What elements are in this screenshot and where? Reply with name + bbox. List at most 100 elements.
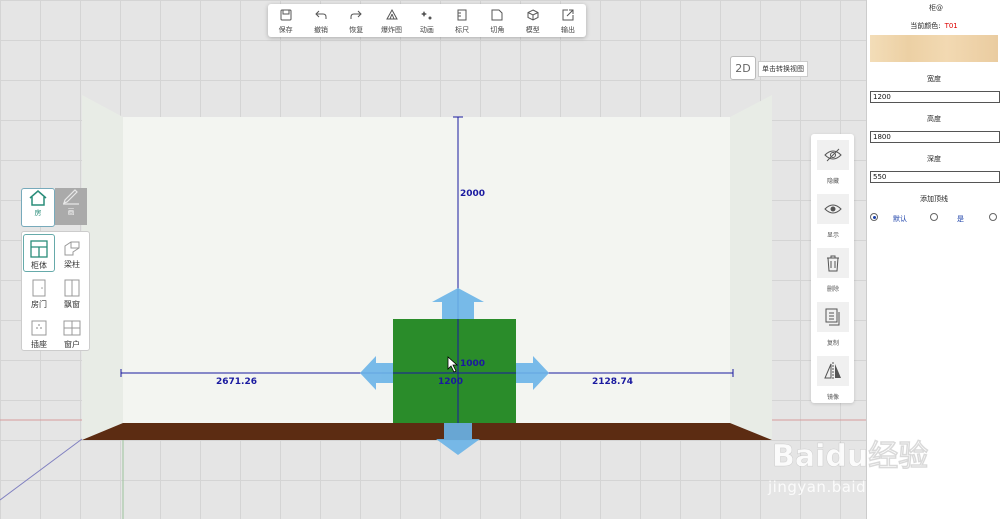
item-socket[interactable]: 插座: [23, 314, 55, 352]
explode-view-button[interactable]: 爆炸图: [374, 4, 409, 37]
item-socket-label: 插座: [31, 340, 47, 349]
hide-button[interactable]: 隐藏: [817, 140, 849, 188]
mirror-label: 镜像: [826, 394, 839, 401]
copy-icon: [825, 308, 840, 326]
mode-tabs: 房 画: [21, 188, 88, 227]
ruler-button[interactable]: 标尺: [444, 4, 479, 37]
model-icon: [527, 9, 539, 21]
item-cabinet[interactable]: 柜体: [23, 234, 55, 272]
item-beam-label: 梁柱: [64, 260, 80, 269]
export-label: 输出: [561, 26, 576, 34]
explode-icon: [385, 8, 398, 20]
eye-icon: [824, 204, 842, 214]
current-color-label: 当前颜色:: [910, 22, 941, 30]
top-line-label: 添加顶线: [920, 195, 948, 203]
export-button[interactable]: 输出: [550, 4, 585, 37]
cabinet-icon: [30, 240, 48, 258]
show-label: 显示: [826, 232, 839, 239]
top-line-no-radio[interactable]: [989, 213, 997, 221]
cut-corner-button[interactable]: 切角: [480, 4, 515, 37]
pen-icon: [63, 189, 79, 205]
tab-room-label: 房: [34, 209, 42, 217]
ruler-label: 标尺: [455, 26, 470, 34]
animation-button[interactable]: 动画: [409, 4, 444, 37]
tab-draw-label: 画: [67, 208, 75, 216]
mirror-button[interactable]: 镜像: [817, 356, 849, 404]
eye-off-icon: [824, 148, 842, 162]
tab-room[interactable]: 房: [21, 188, 55, 227]
item-door[interactable]: 房门: [23, 274, 55, 312]
height-input[interactable]: [870, 131, 1000, 143]
cut-corner-label: 切角: [490, 26, 505, 34]
undo-button[interactable]: 撤销: [303, 4, 338, 37]
cabinet-height-label: 1000: [460, 359, 485, 369]
animation-label: 动画: [419, 26, 434, 34]
item-cabinet-label: 柜体: [31, 261, 47, 270]
top-line-default-radio[interactable]: [870, 213, 878, 221]
watermark-brand: Baidu经验: [772, 439, 928, 474]
delete-label: 删除: [826, 286, 839, 293]
undo-label: 撤销: [313, 26, 328, 34]
bay-window-icon: [64, 279, 80, 297]
width-input[interactable]: [870, 91, 1000, 103]
cut-corner-icon: [491, 9, 503, 21]
view-2d-toggle[interactable]: 2D: [730, 56, 756, 80]
model-label: 模型: [525, 26, 540, 34]
top-line-yes-radio[interactable]: [930, 213, 938, 221]
color-swatch[interactable]: [870, 35, 998, 62]
3d-viewport[interactable]: 2000 2671.26 1200 2128.74 1000 保存 撤销 恢复 …: [0, 0, 866, 519]
house-icon: [29, 190, 47, 206]
explode-label: 爆炸图: [381, 26, 403, 34]
ruler-icon: [457, 9, 467, 21]
save-icon: [280, 9, 292, 21]
window-icon: [63, 320, 81, 336]
current-color-code: T01: [944, 22, 958, 30]
right-gap-label: 2128.74: [592, 377, 633, 387]
top-line-default-label: 默认: [893, 215, 907, 223]
top-line-yes-label: 是: [957, 215, 964, 223]
item-window[interactable]: 窗户: [56, 314, 88, 352]
depth-label: 深度: [927, 155, 941, 163]
delete-button[interactable]: 删除: [817, 248, 849, 296]
item-bay-window-label: 飘窗: [64, 300, 80, 309]
save-label: 保存: [278, 26, 293, 34]
object-tools-panel: 隐藏 显示 删除 复制 镜像: [811, 134, 854, 403]
trash-icon: [827, 255, 839, 272]
panel-title: 柜@: [929, 4, 943, 12]
save-button[interactable]: 保存: [268, 4, 303, 37]
animation-icon: [420, 11, 432, 20]
left-gap-label: 2671.26: [216, 377, 257, 387]
mirror-icon: [824, 362, 841, 380]
current-color-row: 当前颜色: T01: [867, 21, 1000, 31]
width-label: 宽度: [927, 75, 941, 83]
height-dimension-label: 2000: [460, 189, 485, 199]
copy-label: 复制: [826, 340, 839, 347]
door-icon: [32, 279, 46, 297]
undo-icon: [315, 10, 327, 19]
right-wall: [730, 95, 772, 440]
redo-label: 恢复: [349, 26, 364, 34]
redo-icon: [350, 10, 362, 19]
tab-draw[interactable]: 画: [55, 188, 87, 225]
depth-input[interactable]: [870, 171, 1000, 183]
baidu-watermark: Baidu经验: [772, 439, 928, 475]
item-window-label: 窗户: [64, 340, 80, 349]
height-label: 高度: [927, 115, 941, 123]
export-icon: [562, 9, 574, 21]
item-door-label: 房门: [31, 300, 47, 309]
show-button[interactable]: 显示: [817, 194, 849, 242]
component-panel: 柜体 梁柱 房门 飘窗 插座 窗户: [21, 231, 90, 351]
top-toolbar: 保存 撤销 恢复 爆炸图 动画 标尺 切角 模型 输出: [268, 4, 586, 37]
item-beam[interactable]: 梁柱: [56, 234, 88, 272]
redo-button[interactable]: 恢复: [339, 4, 374, 37]
z-axis-line: [0, 438, 83, 501]
cabinet-width-label: 1200: [438, 377, 463, 387]
copy-button[interactable]: 复制: [817, 302, 849, 350]
beam-icon: [64, 241, 80, 256]
hide-label: 隐藏: [826, 178, 839, 185]
watermark-url: jingyan.baidu.com: [768, 478, 915, 496]
model-button[interactable]: 模型: [515, 4, 550, 37]
item-bay-window[interactable]: 飘窗: [56, 274, 88, 312]
socket-icon: [31, 320, 47, 336]
switch-view-tooltip[interactable]: 单击转换视图: [758, 61, 808, 77]
